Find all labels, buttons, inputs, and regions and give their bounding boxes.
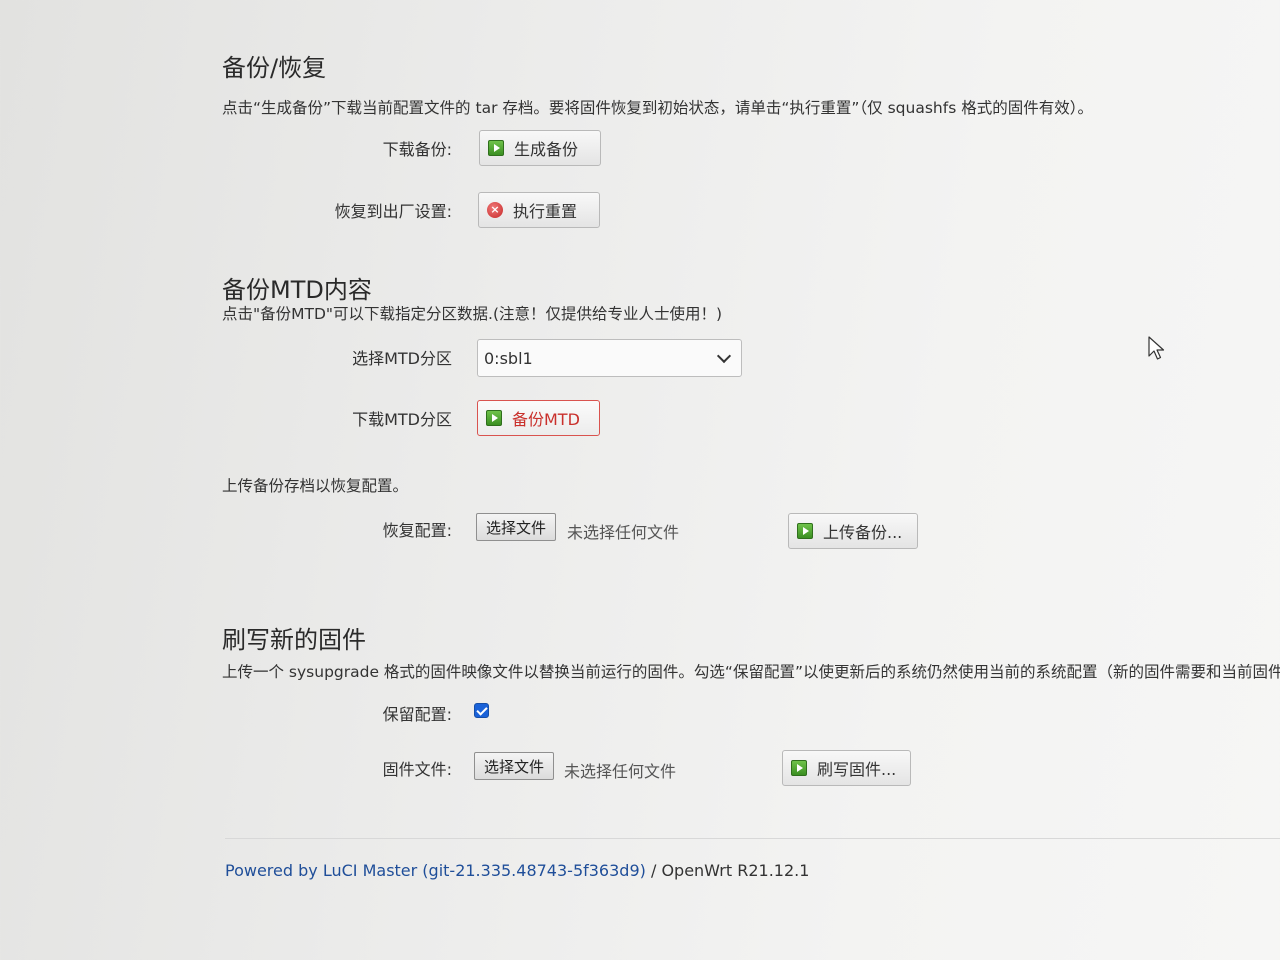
openwrt-version: OpenWrt R21.12.1 (661, 861, 810, 880)
luci-link[interactable]: LuCI Master (git-21.335.48743-5f363d9) (323, 861, 646, 880)
download-backup-label: 下载备份: (382, 140, 452, 159)
perform-reset-button-label: 执行重置 (513, 202, 578, 221)
backup-mtd-button[interactable]: 备份MTD (477, 400, 600, 436)
play-icon (791, 760, 807, 776)
perform-reset-button[interactable]: × 执行重置 (478, 192, 600, 228)
luci-backup-flash-page: 备份/恢复 点击“生成备份”下载当前配置文件的 tar 存档。要将固件恢复到初始… (0, 0, 1280, 960)
factory-reset-label: 恢复到出厂设置: (334, 202, 452, 221)
generate-backup-button-label: 生成备份 (514, 140, 579, 159)
play-icon (486, 410, 502, 426)
upload-backup-button[interactable]: 上传备份... (788, 513, 918, 549)
upload-backup-button-label: 上传备份... (823, 523, 903, 542)
footer-separator: / (645, 861, 662, 880)
close-icon: × (487, 202, 503, 218)
generate-backup-button[interactable]: 生成备份 (479, 130, 601, 166)
footer: Powered by LuCI Master (git-21.335.48743… (225, 861, 809, 880)
chevron-down-icon (716, 348, 732, 364)
mouse-cursor-icon (1148, 336, 1165, 360)
mtd-partition-select[interactable]: 0:sbl1 (477, 339, 742, 377)
flash-firmware-button-label: 刷写固件... (817, 760, 897, 779)
restore-description: 上传备份存档以恢复配置。 (222, 477, 409, 495)
flash-section-title: 刷写新的固件 (222, 626, 366, 654)
restore-config-label: 恢复配置: (382, 521, 452, 540)
mtd-description: 点击"备份MTD"可以下载指定分区数据.(注意！仅提供给专业人士使用！) (222, 305, 723, 323)
firmware-choose-file-button[interactable]: 选择文件 (474, 752, 555, 780)
mtd-download-label: 下载MTD分区 (352, 410, 452, 429)
keep-config-label: 保留配置: (382, 705, 452, 724)
flash-description: 上传一个 sysupgrade 格式的固件映像文件以替换当前运行的固件。勾选“保… (222, 663, 1280, 681)
backup-description: 点击“生成备份”下载当前配置文件的 tar 存档。要将固件恢复到初始状态，请单击… (222, 99, 1093, 117)
play-icon (797, 523, 813, 539)
restore-choose-file-button[interactable]: 选择文件 (476, 513, 557, 541)
mtd-section-title: 备份MTD内容 (222, 276, 372, 304)
backup-section-title: 备份/恢复 (222, 54, 327, 82)
restore-no-file-text: 未选择任何文件 (567, 523, 680, 542)
mtd-select-label: 选择MTD分区 (352, 349, 452, 368)
keep-config-checkbox[interactable] (474, 703, 489, 718)
play-icon (488, 140, 504, 156)
backup-mtd-button-label: 备份MTD (512, 410, 580, 429)
mtd-selected-partition: 0:sbl1 (484, 348, 533, 368)
flash-firmware-button[interactable]: 刷写固件... (782, 750, 911, 786)
powered-by-text: Powered by (225, 861, 323, 880)
footer-divider (225, 838, 1280, 839)
firmware-no-file-text: 未选择任何文件 (564, 762, 677, 781)
firmware-file-label: 固件文件: (382, 760, 452, 779)
